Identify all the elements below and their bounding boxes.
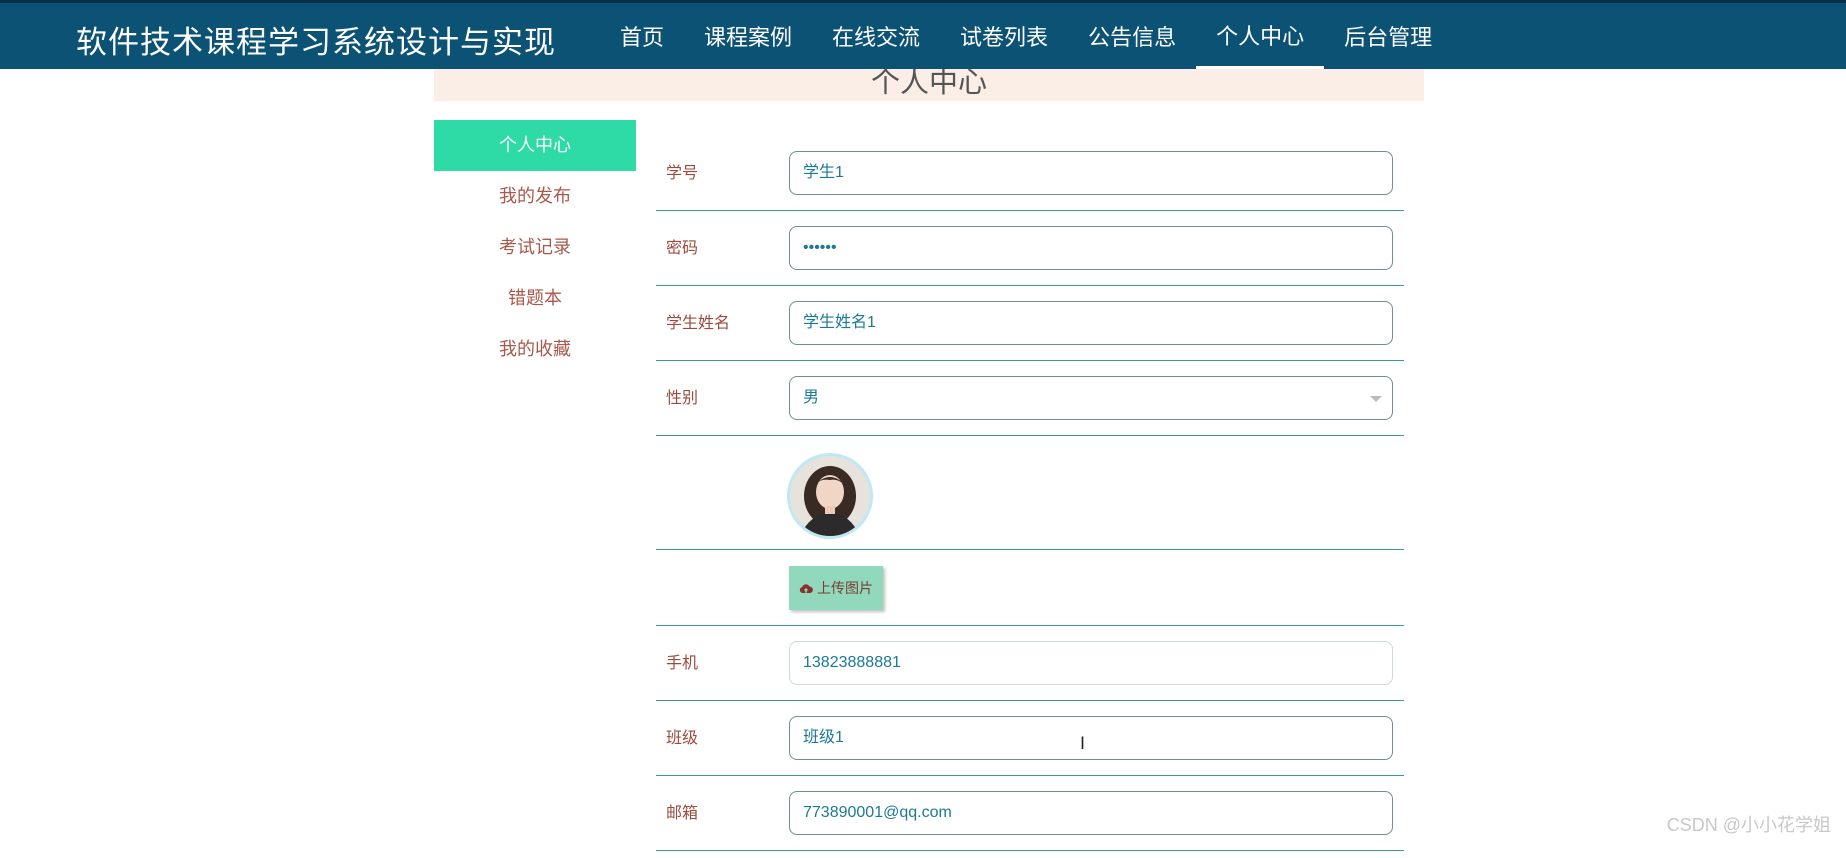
phone-field[interactable]: 13823888881 — [789, 641, 1393, 685]
form-row-upload: 上传图片 — [656, 550, 1404, 626]
form-row-avatar — [656, 436, 1404, 550]
main-nav: 首页 课程案例 在线交流 试卷列表 公告信息 个人中心 后台管理 — [600, 3, 1452, 69]
sidebar-item-exam-records[interactable]: 考试记录 — [434, 222, 636, 273]
sidebar-item-my-posts[interactable]: 我的发布 — [434, 171, 636, 222]
cloud-upload-icon — [799, 583, 813, 594]
email-label: 邮箱 — [666, 803, 699, 822]
form-row-class: 班级 班级1 — [656, 701, 1404, 776]
sidebar-item-personal-center[interactable]: 个人中心 — [434, 120, 636, 171]
profile-form: 学号 学生1 密码 •••••• 学生姓名 学生姓名1 性别 男 上传图片 手机… — [656, 136, 1404, 851]
sidebar: 个人中心 我的发布 考试记录 错题本 我的收藏 — [434, 120, 636, 375]
student-name-field[interactable]: 学生姓名1 — [789, 301, 1393, 345]
page-title-banner: 个人中心 — [434, 69, 1424, 101]
nav-item-personal-center[interactable]: 个人中心 — [1196, 3, 1325, 69]
nav-item-announcements[interactable]: 公告信息 — [1068, 3, 1196, 69]
student-id-field[interactable]: 学生1 — [789, 151, 1393, 195]
student-name-label: 学生姓名 — [666, 313, 731, 332]
upload-image-button[interactable]: 上传图片 — [789, 566, 883, 610]
nav-item-exam-list[interactable]: 试卷列表 — [940, 3, 1068, 69]
avatar — [787, 453, 873, 539]
form-row-email: 邮箱 773890001@qq.com — [656, 776, 1404, 851]
watermark: CSDN @小小花学姐 — [1666, 815, 1831, 835]
upload-button-label: 上传图片 — [817, 581, 873, 597]
class-label: 班级 — [666, 728, 699, 747]
student-id-label: 学号 — [666, 163, 699, 182]
form-row-gender: 性别 男 — [656, 361, 1404, 436]
nav-item-course-cases[interactable]: 课程案例 — [684, 3, 812, 69]
class-field[interactable]: 班级1 — [789, 716, 1393, 760]
gender-label: 性别 — [666, 388, 699, 407]
form-row-phone: 手机 13823888881 — [656, 626, 1404, 701]
gender-select[interactable]: 男 — [789, 376, 1393, 420]
site-title: 软件技术课程学习系统设计与实现 — [76, 25, 556, 61]
nav-item-online-discussion[interactable]: 在线交流 — [812, 3, 940, 69]
page-title: 个人中心 — [870, 69, 987, 99]
sidebar-item-my-favorites[interactable]: 我的收藏 — [434, 324, 636, 375]
sidebar-item-mistake-book[interactable]: 错题本 — [434, 273, 636, 324]
chevron-down-icon — [1370, 396, 1382, 402]
phone-label: 手机 — [666, 653, 699, 672]
top-navbar: 软件技术课程学习系统设计与实现 首页 课程案例 在线交流 试卷列表 公告信息 个… — [0, 0, 1846, 69]
avatar-portrait-image — [790, 456, 870, 536]
email-field[interactable]: 773890001@qq.com — [789, 791, 1393, 835]
form-row-student-name: 学生姓名 学生姓名1 — [656, 286, 1404, 361]
text-cursor-icon: I — [1080, 734, 1086, 754]
password-label: 密码 — [666, 238, 699, 257]
nav-item-home[interactable]: 首页 — [600, 3, 684, 69]
nav-item-admin[interactable]: 后台管理 — [1324, 3, 1452, 69]
form-row-password: 密码 •••••• — [656, 211, 1404, 286]
gender-selected-value: 男 — [803, 389, 820, 406]
form-row-student-id: 学号 学生1 — [656, 136, 1404, 211]
password-field[interactable]: •••••• — [789, 226, 1393, 270]
